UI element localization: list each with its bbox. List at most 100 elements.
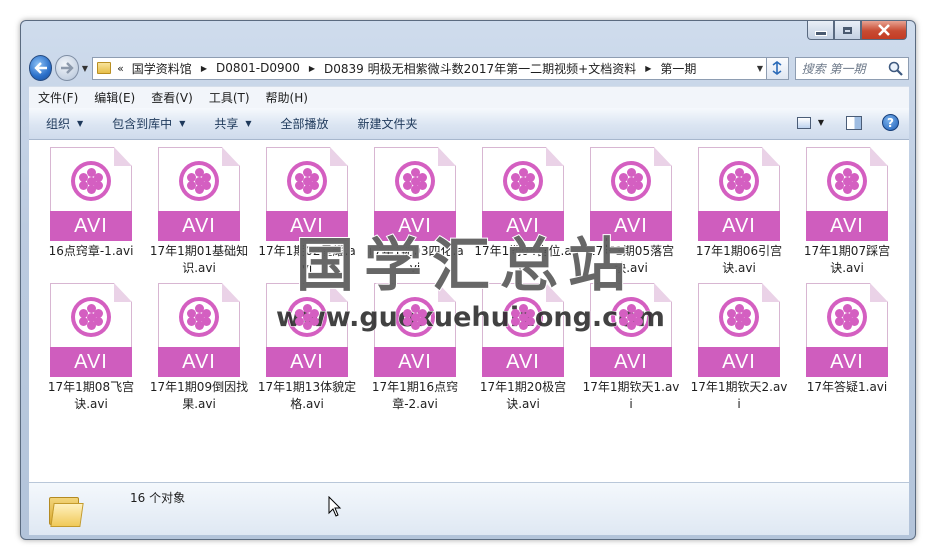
search-placeholder: 搜索 第一期 — [801, 61, 866, 76]
maximize-icon — [843, 26, 852, 34]
file-type-badge: AVI — [158, 211, 240, 241]
file-type-badge: AVI — [482, 347, 564, 377]
file-type-badge: AVI — [806, 347, 888, 377]
file-name: 17年1期06引宫诀.avi — [695, 244, 783, 275]
film-reel-icon — [71, 297, 111, 337]
forward-button[interactable] — [55, 55, 79, 81]
breadcrumb-separator-icon[interactable]: ▶ — [645, 64, 651, 73]
file-type-badge: AVI — [50, 211, 132, 241]
back-button[interactable] — [29, 55, 53, 81]
address-row: ▼ « 国学资料馆 ▶ D0801-D0900 ▶ D0839 明极无相紫微斗数… — [29, 54, 909, 82]
help-icon[interactable]: ? — [882, 114, 899, 131]
avi-video-file-icon: AVI — [698, 283, 780, 377]
breadcrumb-item[interactable]: 国学资料馆 — [132, 60, 192, 77]
breadcrumb-item[interactable]: 第一期 — [660, 60, 696, 77]
close-icon — [878, 24, 890, 36]
film-reel-icon — [179, 297, 219, 337]
file-name: 17年1期钦天1.avi — [582, 380, 680, 411]
new-folder-button[interactable]: 新建文件夹 — [358, 115, 418, 132]
file-item[interactable]: AVI 16点窍章-1.avi — [37, 147, 145, 283]
file-item[interactable]: AVI 17年1期钦天2.avi — [685, 283, 793, 419]
file-item[interactable]: AVI 17年1期07踩宫诀.avi — [793, 147, 901, 283]
file-type-badge: AVI — [374, 347, 456, 377]
file-name: 17年1期20极宫诀.avi — [479, 380, 567, 411]
share-button[interactable]: 共享 ▼ — [214, 115, 251, 132]
view-controls: ▼ ? — [796, 114, 899, 131]
file-name: 17年1期07踩宫诀.avi — [803, 244, 891, 275]
file-name: 17年1期13体貌定格.avi — [257, 380, 357, 411]
refresh-button[interactable] — [767, 56, 789, 80]
file-name: 17年1期16点窍章-2.avi — [371, 380, 459, 411]
film-reel-icon — [179, 161, 219, 201]
folder-icon — [97, 62, 112, 74]
chevron-down-icon: ▼ — [245, 119, 252, 128]
file-item[interactable]: AVI 17年1期01基础知识.avi — [145, 147, 253, 283]
address-history-dropdown[interactable]: ▼ — [757, 64, 763, 73]
menu-bar: 文件(F) 编辑(E) 查看(V) 工具(T) 帮助(H) — [29, 86, 909, 108]
include-in-library-button[interactable]: 包含到库中 ▼ — [112, 115, 185, 132]
file-name: 17年1期01基础知识.avi — [149, 244, 249, 275]
maximize-button[interactable] — [834, 21, 861, 40]
file-type-badge: AVI — [266, 347, 348, 377]
refresh-icon — [772, 61, 782, 75]
preview-pane-icon[interactable] — [846, 115, 862, 130]
avi-video-file-icon: AVI — [50, 147, 132, 241]
recent-pages-dropdown[interactable]: ▼ — [82, 64, 88, 73]
file-type-badge: AVI — [698, 347, 780, 377]
watermark-url: www.guoxuehuizong.com — [276, 302, 666, 334]
search-icon[interactable] — [888, 61, 903, 76]
file-name: 17年答疑1.avi — [806, 380, 888, 394]
menu-edit[interactable]: 编辑(E) — [94, 89, 135, 106]
menu-view[interactable]: 查看(V) — [151, 89, 193, 106]
command-bar: 组织 ▼ 包含到库中 ▼ 共享 ▼ 全部播放 新建文件夹 ▼ ? — [29, 108, 909, 140]
back-arrow-icon — [34, 62, 47, 74]
avi-video-file-icon: AVI — [806, 283, 888, 377]
search-input[interactable]: 搜索 第一期 — [794, 56, 909, 80]
file-item[interactable]: AVI 17年1期09倒因找果.avi — [145, 283, 253, 419]
file-item[interactable]: AVI 17年1期06引宫诀.avi — [685, 147, 793, 283]
film-reel-icon — [827, 297, 867, 337]
breadcrumb-item[interactable]: D0839 明极无相紫微斗数2017年第一二期视频+文档资料 — [324, 60, 636, 77]
film-reel-icon — [719, 297, 759, 337]
breadcrumb-separator-icon[interactable]: ▶ — [201, 64, 207, 73]
film-reel-icon — [287, 161, 327, 201]
minimize-button[interactable] — [807, 21, 834, 40]
file-type-badge: AVI — [590, 347, 672, 377]
file-type-badge: AVI — [698, 211, 780, 241]
file-type-badge: AVI — [50, 347, 132, 377]
chevron-down-icon: ▼ — [77, 119, 84, 128]
change-view-icon[interactable] — [796, 116, 811, 129]
organize-button[interactable]: 组织 ▼ — [46, 115, 83, 132]
file-item[interactable]: AVI 17年1期08飞宫诀.avi — [37, 283, 145, 419]
watermark-title: 国学汇总站 — [295, 230, 637, 300]
chevron-down-icon: ▼ — [179, 119, 186, 128]
menu-tools[interactable]: 工具(T) — [209, 89, 250, 106]
caption-buttons — [807, 21, 907, 40]
view-options-dropdown[interactable]: ▼ — [818, 118, 824, 127]
breadcrumb-separator-icon[interactable]: ▶ — [309, 64, 315, 73]
play-all-button[interactable]: 全部播放 — [281, 115, 329, 132]
menu-file[interactable]: 文件(F) — [38, 89, 78, 106]
avi-video-file-icon: AVI — [158, 147, 240, 241]
menu-help[interactable]: 帮助(H) — [266, 89, 308, 106]
file-name: 17年1期09倒因找果.avi — [149, 380, 249, 411]
breadcrumb-item[interactable]: D0801-D0900 — [216, 61, 300, 75]
file-name: 17年1期钦天2.avi — [690, 380, 788, 411]
avi-video-file-icon: AVI — [50, 283, 132, 377]
avi-video-file-icon: AVI — [158, 283, 240, 377]
item-count: 16 个对象 — [130, 491, 186, 505]
file-type-badge: AVI — [158, 347, 240, 377]
film-reel-icon — [503, 161, 543, 201]
film-reel-icon — [719, 161, 759, 201]
file-item[interactable]: AVI 17年答疑1.avi — [793, 283, 901, 419]
film-reel-icon — [395, 161, 435, 201]
breadcrumb-overflow[interactable]: « — [117, 62, 124, 75]
address-bar[interactable]: « 国学资料馆 ▶ D0801-D0900 ▶ D0839 明极无相紫微斗数20… — [92, 56, 768, 80]
avi-video-file-icon: AVI — [806, 147, 888, 241]
minimize-icon — [814, 30, 827, 36]
film-reel-icon — [827, 161, 867, 201]
details-pane: 16 个对象 — [29, 482, 909, 535]
file-type-badge: AVI — [806, 211, 888, 241]
close-button[interactable] — [861, 21, 907, 40]
mouse-cursor-icon — [328, 496, 342, 517]
